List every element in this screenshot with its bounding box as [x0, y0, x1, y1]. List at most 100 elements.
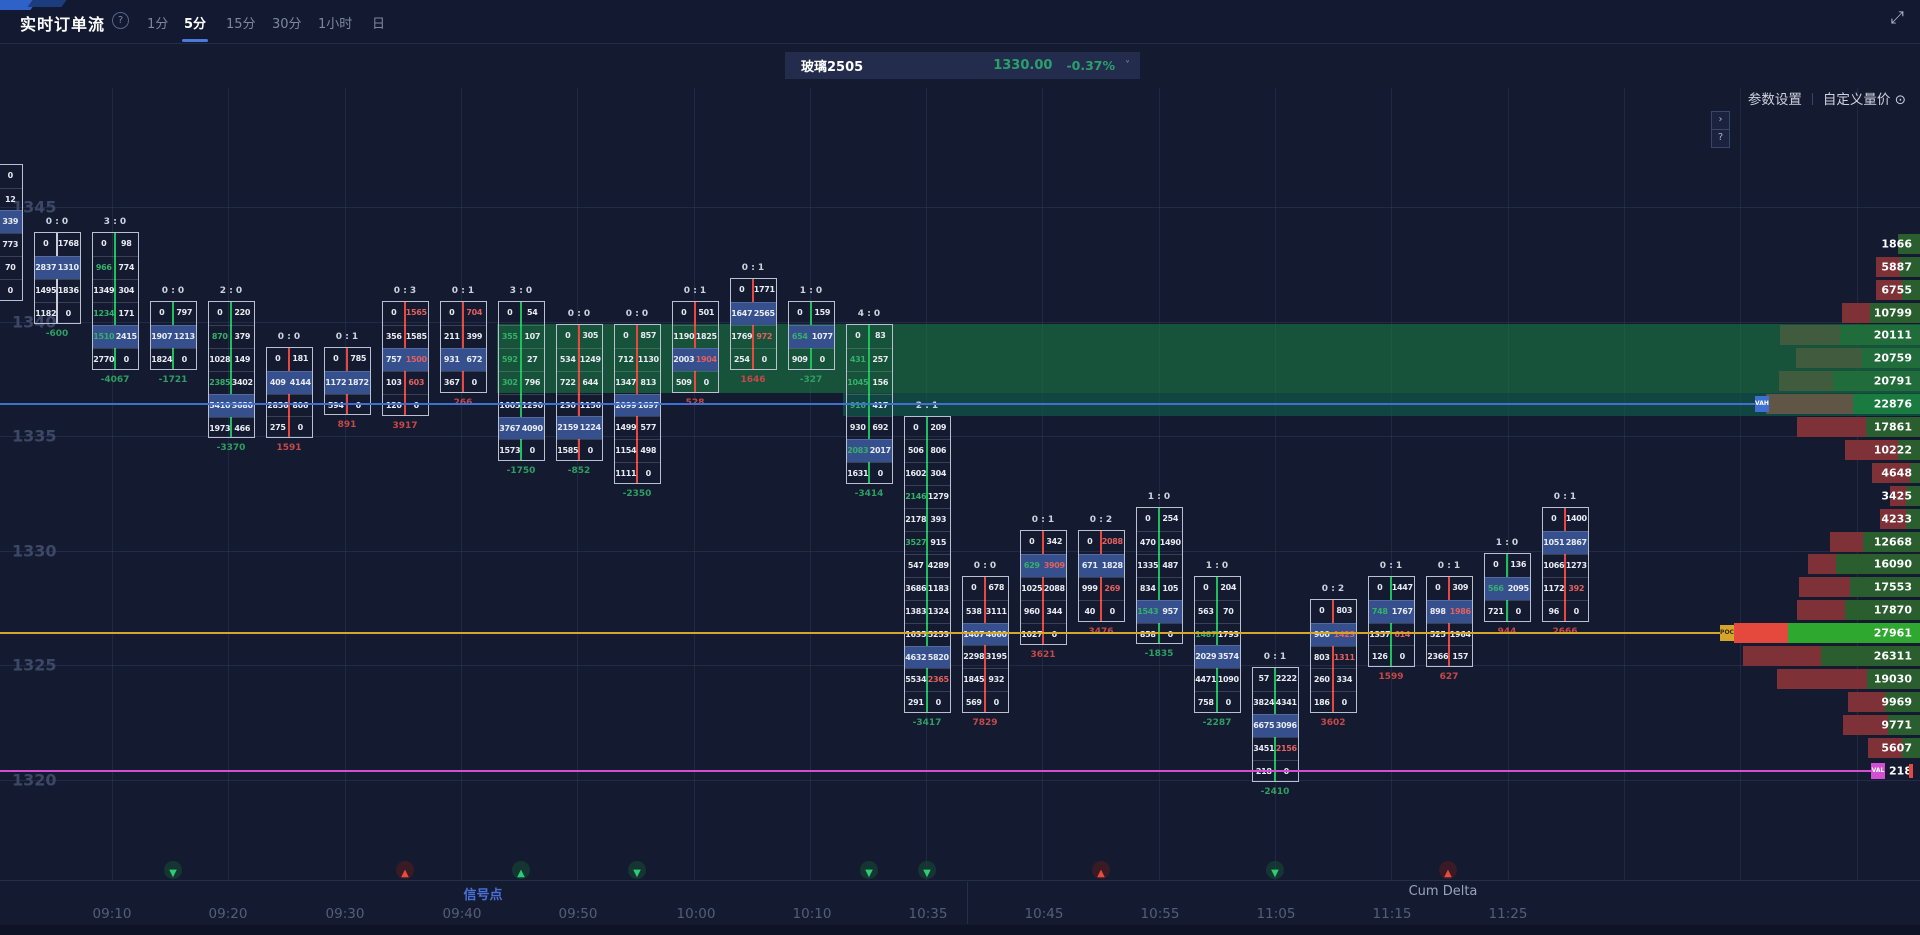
bid-volume: 898	[1427, 601, 1450, 623]
imbalance-ratio: 0 : 1	[1240, 652, 1310, 662]
ask-volume: 12	[0, 189, 22, 211]
ask-volume: 0	[1507, 601, 1530, 623]
price-label: 1335	[12, 427, 57, 446]
signal-down-arrow[interactable]: ▼	[628, 861, 646, 879]
profile-sell-bar	[1780, 325, 1840, 345]
bid-volume: 4471	[1195, 669, 1218, 691]
bid-volume: 0	[1543, 508, 1566, 531]
ask-volume: 803	[1333, 600, 1356, 623]
ask-volume: 107	[521, 326, 544, 348]
ask-volume: 0	[463, 372, 486, 394]
bid-volume: 2178	[905, 509, 928, 531]
footprint-row: 46325820	[905, 646, 950, 669]
footprint-row: 999269	[1079, 577, 1124, 600]
ask-volume: 304	[927, 463, 950, 485]
time-label: 11:25	[1489, 906, 1528, 922]
signal-up-arrow[interactable]: ▲	[1092, 861, 1110, 879]
tab-日[interactable]: 日	[372, 13, 385, 32]
panel-help-button[interactable]: ?	[1711, 129, 1730, 148]
bid-volume: 930	[847, 417, 870, 439]
ask-volume: 1490	[1159, 532, 1182, 554]
signal-up-arrow[interactable]: ▲	[396, 861, 414, 879]
bid-volume: 0	[905, 417, 928, 440]
bid-volume: 1045	[847, 372, 870, 394]
ask-volume: 0	[1565, 601, 1588, 623]
footprint-row: 15850	[557, 439, 602, 462]
bid-volume: 0	[1369, 577, 1392, 600]
delta-value: 1591	[254, 443, 324, 453]
params-settings-button[interactable]: 参数设置	[1748, 92, 1802, 108]
ask-volume: 1156	[579, 395, 602, 417]
footprint-candle: 0501119018252003190450900 : 1528	[672, 301, 719, 393]
ask-volume: 3574	[1217, 646, 1240, 668]
tab-30分[interactable]: 30分	[272, 13, 302, 32]
profile-value: 4233	[1881, 512, 1912, 525]
signal-down-arrow[interactable]: ▼	[860, 861, 878, 879]
profile-sell-bar	[1766, 394, 1853, 414]
time-label: 09:30	[326, 906, 365, 922]
footprint-row: 834105	[1137, 577, 1182, 600]
footprint-candle: 0989667741349304123417115102415277003 : …	[92, 232, 139, 369]
ask-volume: 4090	[521, 418, 544, 440]
footprint-candle: 015653561585757150010360312000 : 33917	[382, 301, 429, 416]
ask-volume: 0	[1217, 692, 1240, 714]
footprint-row: 3561585	[383, 325, 428, 348]
bid-volume: 302	[499, 372, 522, 394]
signal-pane-label[interactable]: 信号点	[463, 884, 502, 903]
profile-sell-bar	[1777, 669, 1867, 689]
tab-1小时[interactable]: 1小时	[318, 13, 352, 32]
footprint-row: 870379	[209, 325, 254, 348]
panel-expand-button[interactable]: ›	[1711, 111, 1730, 130]
ask-volume: 204	[1217, 577, 1240, 600]
tab-1分[interactable]: 1分	[147, 13, 168, 32]
footprint-row: 1200	[383, 394, 428, 417]
price-label: 1330	[12, 541, 57, 560]
signal-up-arrow[interactable]: ▲	[1439, 861, 1457, 879]
footprint-row: 2750	[267, 416, 312, 439]
help-icon[interactable]: ?	[112, 12, 129, 29]
bid-volume: 1487	[1195, 624, 1218, 646]
footprint-row: 1028149	[209, 348, 254, 371]
delta-value: 3602	[1298, 718, 1368, 728]
ask-volume: 339	[0, 211, 22, 233]
footprint-row: 211399	[441, 325, 486, 348]
footprint-row: 56370	[1195, 600, 1240, 623]
bid-volume: 1383	[905, 601, 928, 623]
ask-volume: 136	[1507, 554, 1530, 577]
imbalance-ratio: 3 : 0	[486, 286, 556, 296]
ask-volume: 1585	[405, 326, 428, 348]
footprint-row: 054	[499, 302, 544, 325]
signal-up-arrow[interactable]: ▲	[512, 861, 530, 879]
signal-down-arrow[interactable]: ▼	[1266, 861, 1284, 879]
collapse-icon[interactable]: ⤢	[1890, 8, 1904, 28]
ask-volume: 1771	[753, 279, 776, 302]
profile-value: 6755	[1881, 283, 1912, 296]
footprint-row: 355107	[499, 325, 544, 348]
footprint-row: 11901825	[673, 325, 718, 348]
signal-down-arrow[interactable]: ▼	[164, 861, 182, 879]
custom-volume-price-icon[interactable]: ⊙	[1895, 92, 1906, 108]
bid-volume: 1769	[731, 326, 754, 348]
tab-15分[interactable]: 15分	[226, 13, 256, 32]
footprint-row: 20293574	[1195, 645, 1240, 668]
footprint-row: 16472565	[731, 302, 776, 325]
profile-value: 9969	[1881, 695, 1912, 708]
custom-volume-price-button[interactable]: 自定义量价	[1823, 92, 1891, 108]
ask-volume: 1793	[1217, 624, 1240, 646]
bid-volume: 1357	[1369, 624, 1392, 646]
bid-volume: 2146	[905, 486, 928, 508]
bid-volume: 5534	[905, 669, 928, 691]
signal-down-arrow[interactable]: ▼	[918, 861, 936, 879]
footprint-candle: 0857712113013478132099169714995771154498…	[614, 324, 661, 484]
contract-selector[interactable]: 玻璃2505 1330.00 -0.37% ˅	[785, 52, 1140, 79]
footprint-row: 1172392	[1543, 577, 1588, 600]
ask-volume: 392	[1565, 578, 1588, 600]
profile-value: 5607	[1881, 741, 1912, 754]
ask-volume: 2867	[1565, 532, 1588, 554]
footprint-row: 5940	[325, 394, 370, 417]
tab-5分[interactable]: 5分	[184, 13, 206, 32]
footprint-candle: 012339773700	[0, 164, 23, 301]
footprint-row: 302796	[499, 371, 544, 394]
ask-volume: 797	[173, 302, 196, 325]
ask-volume: 2415	[115, 326, 138, 348]
